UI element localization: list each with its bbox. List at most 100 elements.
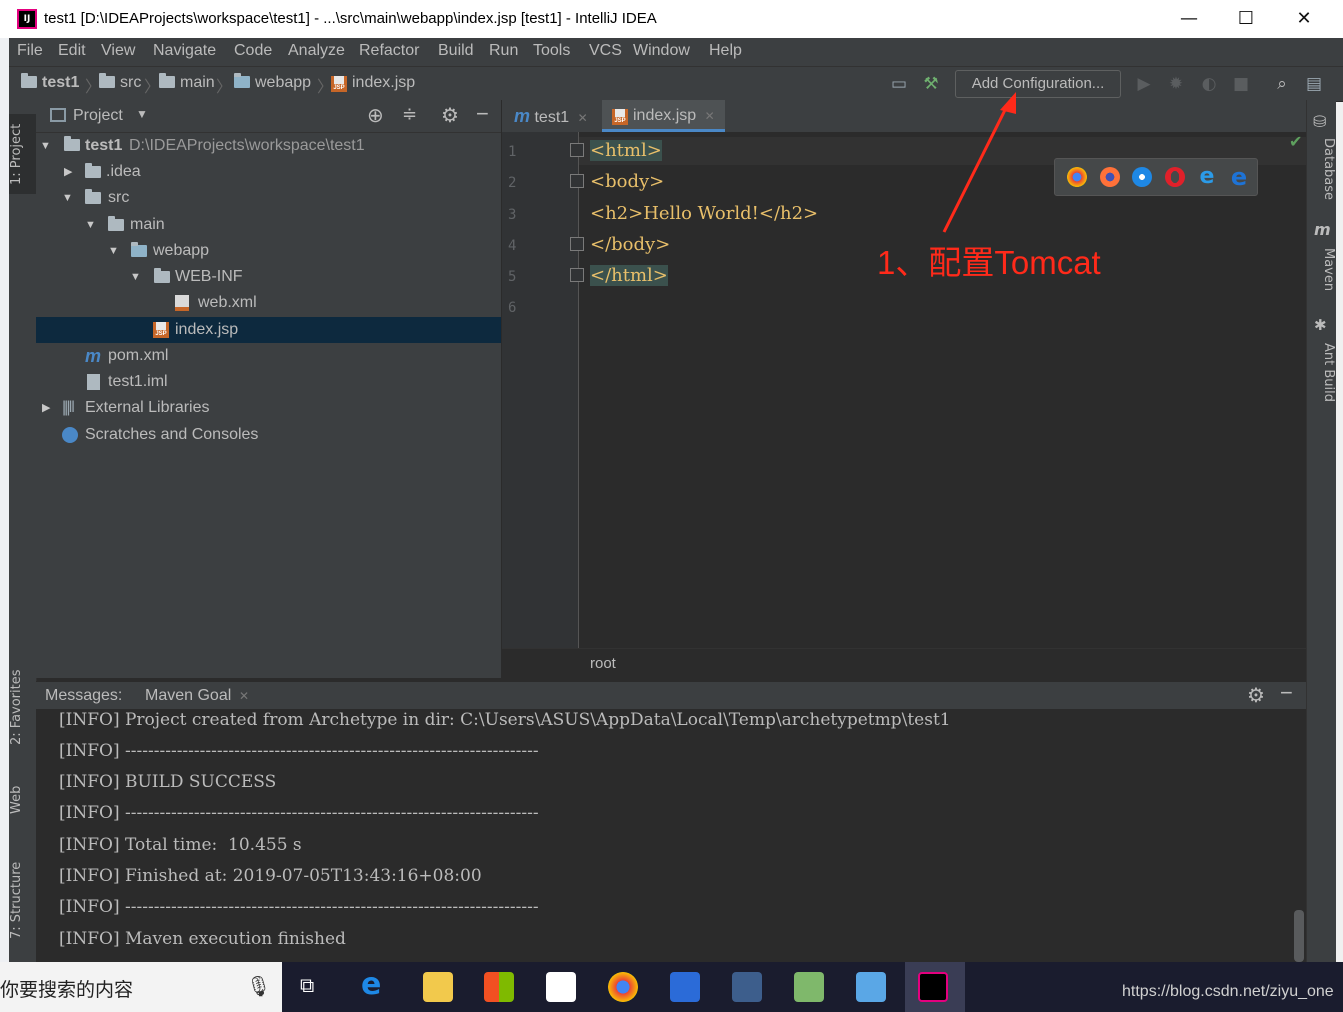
opera-icon[interactable]: [1165, 167, 1185, 187]
tool-tab-favorites[interactable]: 2: Favorites: [9, 660, 36, 755]
tool-tab-ant-build[interactable]: Ant Build: [1307, 336, 1336, 408]
menu-tools[interactable]: Tools: [533, 42, 570, 60]
menu-navigate[interactable]: Navigate: [153, 42, 216, 60]
code-line-1: <html>: [590, 140, 662, 161]
minimize-button[interactable]: —: [1160, 0, 1218, 38]
nav-crumb-main[interactable]: main: [159, 73, 215, 92]
nav-crumb-index-jsp[interactable]: JSP index.jsp: [331, 74, 415, 92]
edge-icon[interactable]: e: [1229, 165, 1249, 189]
coverage-icon[interactable]: ◐: [1198, 73, 1220, 95]
chrome-icon[interactable]: [1067, 167, 1087, 187]
wps-icon[interactable]: [670, 972, 700, 1002]
safari-icon[interactable]: [1132, 167, 1152, 187]
firefox-icon[interactable]: [1100, 167, 1120, 187]
ant-icon: ✱: [1314, 316, 1327, 334]
collapse-all-icon[interactable]: ≑: [402, 104, 417, 125]
menu-refactor[interactable]: Refactor: [359, 42, 419, 60]
code-line-3: <h2>Hello World!</h2>: [590, 203, 819, 224]
tool-tab-project[interactable]: 1: Project: [9, 114, 36, 194]
close-tab-icon[interactable]: ✕: [239, 689, 249, 703]
fold-marker-icon[interactable]: [570, 143, 584, 157]
messages-scrollbar[interactable]: [1294, 910, 1304, 962]
menu-help[interactable]: Help: [709, 42, 742, 60]
database-icon: ⛁: [1313, 112, 1327, 131]
line-number: 5: [508, 269, 517, 285]
window-title: test1 [D:\IDEAProjects\workspace\test1] …: [44, 10, 657, 27]
search-icon[interactable]: ⌕: [1271, 73, 1293, 95]
close-tab-icon[interactable]: ✕: [578, 111, 588, 125]
tab-maven-goal[interactable]: Maven Goal: [145, 687, 231, 705]
menu-run[interactable]: Run: [489, 42, 518, 60]
editor-tab-bar: m test1 ✕ JSP index.jsp ✕: [502, 100, 1306, 133]
maximize-button[interactable]: ☐: [1217, 0, 1275, 38]
mysql-workbench-icon[interactable]: [732, 972, 762, 1002]
watermark-text: https://blog.csdn.net/ziyu_one: [1122, 983, 1334, 1000]
cloud-app-icon[interactable]: [856, 972, 886, 1002]
mail-icon[interactable]: [546, 972, 576, 1002]
tool-tab-database[interactable]: Database: [1307, 134, 1336, 204]
microphone-icon[interactable]: 🎙: [246, 974, 271, 998]
file-explorer-icon[interactable]: [423, 972, 453, 1002]
menu-build[interactable]: Build: [438, 42, 474, 60]
debug-icon[interactable]: ✹: [1165, 73, 1187, 95]
stop-icon[interactable]: ■: [1230, 73, 1252, 95]
editor-breadcrumb-root[interactable]: root: [590, 655, 616, 672]
module-file-icon: [87, 374, 100, 390]
code-line-2: <body>: [590, 171, 665, 192]
fold-marker-icon[interactable]: [570, 237, 584, 251]
project-structure-icon[interactable]: ▭: [888, 73, 910, 95]
jsp-file-icon: JSP: [331, 76, 347, 92]
chrome-taskbar-icon[interactable]: [608, 972, 638, 1002]
project-structure-folder-icon[interactable]: ▤: [1303, 73, 1325, 95]
web-folder-icon: [234, 73, 250, 88]
tool-tab-structure[interactable]: 7: Structure: [9, 860, 36, 940]
edge-taskbar-icon[interactable]: e: [361, 970, 391, 1002]
tab-test1[interactable]: m test1 ✕: [504, 100, 598, 132]
gear-icon[interactable]: ⚙: [441, 103, 459, 128]
close-button[interactable]: ✕: [1275, 0, 1333, 38]
folder-icon: [108, 216, 124, 231]
menu-window[interactable]: Window: [633, 42, 690, 60]
code-line-5: </html>: [590, 265, 668, 286]
image-app-icon[interactable]: [794, 972, 824, 1002]
menu-vcs[interactable]: VCS: [589, 42, 622, 60]
fold-marker-icon[interactable]: [570, 268, 584, 282]
locate-file-icon[interactable]: ⊕: [367, 103, 384, 128]
window-title-bar: IJ test1 [D:\IDEAProjects\workspace\test…: [0, 0, 1343, 38]
left-tool-window-bar: 1: Project 2: Favorites Web 7: Structure: [9, 100, 37, 962]
menu-file[interactable]: File: [17, 42, 43, 60]
nav-crumb-webapp[interactable]: webapp: [234, 73, 311, 92]
hide-panel-icon[interactable]: −: [1280, 680, 1293, 706]
taskbar-search-box[interactable]: 你要搜索的内容 🎙: [0, 962, 282, 1012]
intellij-app-icon: IJ: [17, 9, 37, 29]
menu-view[interactable]: View: [101, 42, 135, 60]
intellij-taskbar-icon[interactable]: [918, 972, 948, 1002]
chevron-down-icon[interactable]: ▼: [136, 107, 148, 121]
tab-index-jsp[interactable]: JSP index.jsp ✕: [602, 100, 725, 132]
hide-panel-icon[interactable]: −: [476, 101, 489, 127]
menu-code[interactable]: Code: [234, 42, 272, 60]
project-view-selector[interactable]: Project: [73, 107, 123, 125]
store-icon[interactable]: [484, 972, 514, 1002]
line-number: 3: [508, 207, 517, 223]
internet-explorer-icon[interactable]: e: [1197, 166, 1217, 188]
maven-m-icon: m: [514, 106, 531, 126]
folder-icon: [159, 73, 175, 88]
gear-icon[interactable]: ⚙: [1247, 683, 1265, 708]
close-tab-icon[interactable]: ✕: [705, 109, 715, 123]
annotation-arrow: [942, 92, 1016, 233]
taskbar-search-placeholder: 你要搜索的内容: [0, 979, 134, 1001]
background-window-edge: [0, 38, 9, 962]
tool-tab-web[interactable]: Web: [9, 780, 36, 820]
expanded-arrow-icon: ▼: [40, 140, 51, 152]
collapsed-arrow-icon: ▶: [42, 402, 51, 414]
run-icon[interactable]: ▶: [1133, 73, 1155, 95]
fold-marker-icon[interactable]: [570, 174, 584, 188]
project-tool-window: [36, 100, 502, 678]
nav-crumb-test1[interactable]: test1: [21, 73, 79, 92]
tool-tab-maven[interactable]: Maven: [1307, 242, 1336, 297]
nav-crumb-src[interactable]: src: [99, 73, 141, 92]
menu-analyze[interactable]: Analyze: [288, 42, 345, 60]
task-view-icon[interactable]: ⧉: [300, 973, 314, 997]
menu-edit[interactable]: Edit: [58, 42, 86, 60]
